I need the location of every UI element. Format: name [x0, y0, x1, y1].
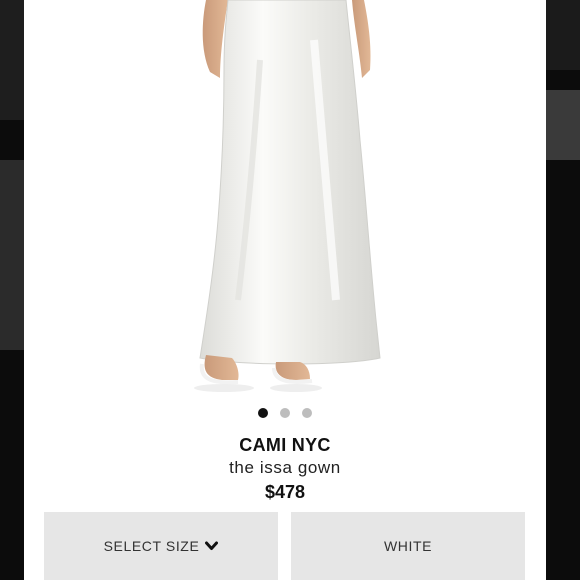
- carousel-dot-2[interactable]: [280, 408, 290, 418]
- background-left-edge: [0, 0, 24, 580]
- product-price: $478: [264, 482, 306, 502]
- product-name: the issa gown: [229, 458, 341, 477]
- carousel-dot-3[interactable]: [302, 408, 312, 418]
- color-selector-button[interactable]: WHITE: [291, 512, 525, 580]
- color-label: WHITE: [383, 538, 433, 554]
- product-image[interactable]: [24, 0, 546, 400]
- select-size-button[interactable]: SELECT SIZE: [44, 512, 278, 580]
- image-carousel-dots: [24, 407, 546, 419]
- select-size-label: SELECT SIZE: [103, 538, 200, 554]
- product-card: CAMI NYC the issa gown $478 SELECT SIZE …: [24, 0, 546, 580]
- carousel-dot-1[interactable]: [258, 408, 268, 418]
- background-right-edge: [546, 0, 580, 580]
- chevron-down-icon: [205, 541, 219, 551]
- product-brand[interactable]: CAMI NYC: [24, 435, 546, 456]
